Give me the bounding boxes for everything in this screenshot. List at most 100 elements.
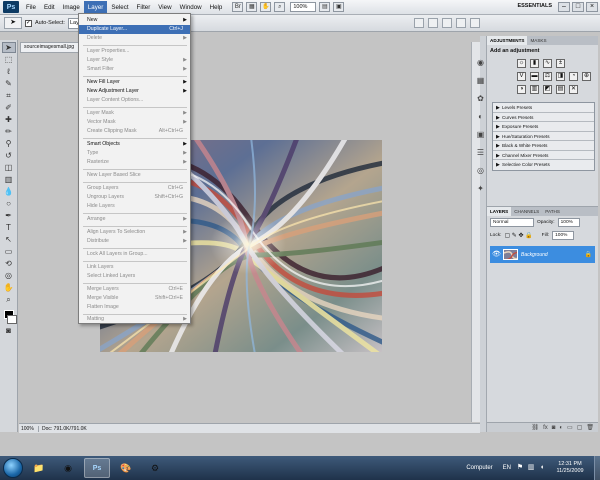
chrome-taskbar-icon[interactable]: ◉ bbox=[55, 458, 81, 478]
blend-mode-select[interactable]: Normal bbox=[490, 218, 534, 227]
menu-item-create-clipping-mask[interactable]: Create Clipping Mask Alt+Ctrl+G bbox=[79, 127, 190, 136]
new-layer-icon[interactable]: ▢ bbox=[577, 424, 583, 431]
taskbar-clock[interactable]: 12:31 PM 11/25/2009 bbox=[549, 461, 591, 475]
quick-select-tool-icon[interactable]: ✎ bbox=[2, 78, 16, 89]
move-tool-preset-icon[interactable]: ➤ bbox=[4, 17, 22, 29]
explorer-taskbar-icon[interactable]: 📁 bbox=[26, 458, 52, 478]
minimize-button[interactable]: – bbox=[558, 2, 570, 12]
menu-item-layer-properties[interactable]: Layer Properties... bbox=[79, 47, 190, 56]
align-bottom-icon[interactable] bbox=[442, 18, 452, 28]
maximize-button[interactable]: □ bbox=[572, 2, 584, 12]
preset-selective-color[interactable]: ▶ Selective Color Presets bbox=[493, 160, 594, 170]
menu-item-lock-all-layers[interactable]: Lock All Layers in Group... bbox=[79, 250, 190, 259]
marquee-tool-icon[interactable]: ⬚ bbox=[2, 54, 16, 65]
menu-edit[interactable]: Edit bbox=[40, 1, 59, 14]
menu-item-select-linked-layers[interactable]: Select Linked Layers bbox=[79, 272, 190, 281]
brush-tool-icon[interactable]: ✏ bbox=[2, 126, 16, 137]
menu-item-merge-layers[interactable]: Merge Layers Ctrl+E bbox=[79, 285, 190, 294]
auto-select-checkbox[interactable]: ✓ bbox=[25, 19, 32, 27]
black-white-icon[interactable]: ◨ bbox=[556, 72, 565, 81]
preset-channel-mixer[interactable]: ▶ Channel Mixer Presets bbox=[493, 151, 594, 160]
photoshop-taskbar-icon[interactable]: Ps bbox=[84, 458, 110, 478]
pen-tool-icon[interactable]: ✒ bbox=[2, 210, 16, 221]
fill-input[interactable]: 100% bbox=[552, 231, 575, 240]
threshold-icon[interactable]: ◩ bbox=[543, 85, 552, 94]
menu-item-rasterize[interactable]: Rasterize ▶ bbox=[79, 158, 190, 167]
menu-item-group-layers[interactable]: Group Layers Ctrl+G bbox=[79, 184, 190, 193]
layers-panel-icon[interactable]: ☰ bbox=[476, 148, 486, 158]
menu-filter[interactable]: Filter bbox=[133, 1, 155, 14]
menu-image[interactable]: Image bbox=[59, 1, 84, 14]
arrange-documents-icon[interactable]: ▤ bbox=[319, 2, 331, 12]
preset-black-white[interactable]: ▶ Black & White Presets bbox=[493, 141, 594, 151]
crop-tool-icon[interactable]: ⌗ bbox=[2, 90, 16, 101]
new-adjustment-icon[interactable]: ◐ bbox=[559, 425, 563, 431]
menu-view[interactable]: View bbox=[154, 1, 175, 14]
blur-tool-icon[interactable]: 💧 bbox=[2, 186, 16, 197]
brightness-contrast-icon[interactable]: ☼ bbox=[517, 59, 526, 68]
menu-item-new-layer-based-slice[interactable]: New Layer Based Slice bbox=[79, 171, 190, 180]
masks-panel-icon[interactable]: ▣ bbox=[476, 130, 486, 140]
shape-tool-icon[interactable]: ▭ bbox=[2, 246, 16, 257]
preset-curves[interactable]: ▶ Curves Presets bbox=[493, 113, 594, 122]
adjustments-panel-icon[interactable]: ◐ bbox=[476, 112, 486, 122]
photo-filter-icon[interactable]: ◔ bbox=[569, 72, 578, 81]
menu-item-vector-mask[interactable]: Vector Mask ▶ bbox=[79, 118, 190, 127]
exposure-icon[interactable]: ± bbox=[556, 59, 565, 68]
menu-item-delete[interactable]: Delete ▶ bbox=[79, 34, 190, 43]
auto-align-icon[interactable] bbox=[470, 18, 480, 28]
color-balance-icon[interactable]: ⚖ bbox=[543, 72, 552, 81]
clone-stamp-tool-icon[interactable]: ⚲ bbox=[2, 138, 16, 149]
path-selection-tool-icon[interactable]: ↖ bbox=[2, 234, 16, 245]
new-group-icon[interactable]: ▭ bbox=[567, 424, 573, 431]
layer-row-background[interactable]: 👁 Background 🔒 bbox=[490, 246, 595, 263]
lock-icons[interactable]: ▢ ✎ ✥ 🔒 bbox=[504, 232, 532, 239]
menu-item-smart-objects[interactable]: Smart Objects ▶ bbox=[79, 140, 190, 149]
menu-item-ungroup-layers[interactable]: Ungroup Layers Shift+Ctrl+G bbox=[79, 193, 190, 202]
menu-item-smart-filter[interactable]: Smart Filter ▶ bbox=[79, 65, 190, 74]
posterize-icon[interactable]: ▥ bbox=[530, 85, 539, 94]
menu-item-new-adjustment-layer[interactable]: New Adjustment Layer ▶ bbox=[79, 87, 190, 96]
menu-item-flatten-image[interactable]: Flatten Image bbox=[79, 303, 190, 312]
tray-computer-label[interactable]: Computer bbox=[466, 465, 492, 471]
menu-item-align-layers[interactable]: Align Layers To Selection ▶ bbox=[79, 228, 190, 237]
delete-layer-icon[interactable]: 🗑 bbox=[586, 424, 594, 431]
layer-style-icon[interactable]: fx bbox=[543, 425, 548, 431]
quick-mask-icon[interactable]: ◙ bbox=[2, 325, 16, 336]
zoom-tool-icon[interactable]: ⌕ bbox=[2, 294, 16, 305]
zoom-level-select[interactable]: 100% bbox=[290, 2, 317, 12]
menu-item-layer-content-options[interactable]: Layer Content Options... bbox=[79, 96, 190, 105]
language-indicator[interactable]: EN bbox=[503, 465, 511, 471]
link-layers-icon[interactable]: ⛓ bbox=[531, 424, 539, 431]
menu-layer[interactable]: Layer bbox=[83, 0, 108, 14]
preset-hue-saturation[interactable]: ▶ Hue/Saturation Presets bbox=[493, 132, 594, 141]
menu-item-duplicate-layer[interactable]: Duplicate Layer... Ctrl+J bbox=[79, 25, 190, 34]
tab-masks[interactable]: MASKS bbox=[527, 36, 549, 45]
add-mask-icon[interactable]: ◙ bbox=[552, 425, 556, 431]
bridge-icon[interactable]: Br bbox=[232, 2, 244, 12]
menu-item-distribute[interactable]: Distribute ▶ bbox=[79, 237, 190, 246]
document-tab[interactable]: sourceimagesmall.jpg bbox=[20, 42, 80, 53]
menu-item-hide-layers[interactable]: Hide Layers bbox=[79, 202, 190, 211]
channels-panel-icon[interactable]: ◎ bbox=[476, 166, 486, 176]
background-color-swatch[interactable] bbox=[6, 315, 17, 324]
tab-adjustments[interactable]: ADJUSTMENTS bbox=[487, 36, 528, 45]
menu-item-new-fill-layer[interactable]: New Fill Layer ▶ bbox=[79, 78, 190, 87]
paint-taskbar-icon[interactable]: 🎨 bbox=[113, 458, 139, 478]
menu-item-layer-mask[interactable]: Layer Mask ▶ bbox=[79, 109, 190, 118]
mini-bridge-icon[interactable]: ▦ bbox=[246, 2, 258, 12]
preset-levels[interactable]: ▶ Levels Presets bbox=[493, 103, 594, 113]
menu-item-new[interactable]: New ▶ bbox=[79, 16, 190, 25]
menu-item-arrange[interactable]: Arrange ▶ bbox=[79, 215, 190, 224]
menu-select[interactable]: Select bbox=[107, 1, 132, 14]
lasso-tool-icon[interactable]: ℓ bbox=[2, 66, 16, 77]
healing-brush-tool-icon[interactable]: ✚ bbox=[2, 114, 16, 125]
3d-orbit-tool-icon[interactable]: ◎ bbox=[2, 270, 16, 281]
menu-item-link-layers[interactable]: Link Layers bbox=[79, 263, 190, 272]
flag-icon[interactable]: ⚑ bbox=[516, 464, 524, 472]
menu-item-type[interactable]: Type ▶ bbox=[79, 149, 190, 158]
swatches-panel-icon[interactable]: ▦ bbox=[476, 76, 486, 86]
menu-item-layer-style[interactable]: Layer Style ▶ bbox=[79, 56, 190, 65]
eye-visibility-icon[interactable]: 👁 bbox=[492, 251, 501, 259]
channel-mixer-icon[interactable]: ⊕ bbox=[582, 72, 591, 81]
